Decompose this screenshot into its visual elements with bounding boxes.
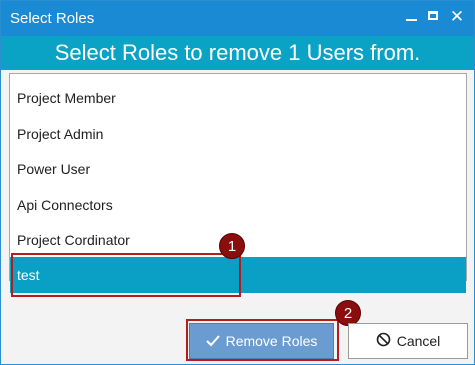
- cancel-button[interactable]: Cancel: [348, 323, 468, 359]
- remove-roles-button[interactable]: Remove Roles: [189, 323, 334, 359]
- callout-highlight-1: [11, 253, 241, 297]
- maximize-button[interactable]: [424, 7, 444, 27]
- remove-roles-label: Remove Roles: [225, 333, 318, 349]
- list-item[interactable]: Power User: [10, 151, 466, 187]
- close-icon: ✕: [449, 7, 465, 26]
- list-item[interactable]: Project Member: [10, 80, 466, 116]
- select-roles-dialog: Select Roles ✕ Select Roles to remove 1 …: [0, 0, 475, 365]
- minimize-button[interactable]: [401, 7, 421, 27]
- minimize-icon: [406, 19, 417, 21]
- maximize-icon: [428, 11, 438, 20]
- window-title: Select Roles: [10, 10, 95, 27]
- dialog-heading: Select Roles to remove 1 Users from.: [1, 36, 474, 70]
- title-bar[interactable]: Select Roles ✕: [1, 1, 474, 36]
- cancel-circle-icon: [376, 325, 391, 359]
- callout-badge-1: 1: [219, 233, 245, 259]
- list-item[interactable]: Project Admin: [10, 116, 466, 152]
- close-button[interactable]: ✕: [447, 7, 467, 27]
- cancel-label: Cancel: [396, 333, 441, 349]
- checkmark-icon: [205, 325, 220, 359]
- list-item[interactable]: Api Connectors: [10, 187, 466, 223]
